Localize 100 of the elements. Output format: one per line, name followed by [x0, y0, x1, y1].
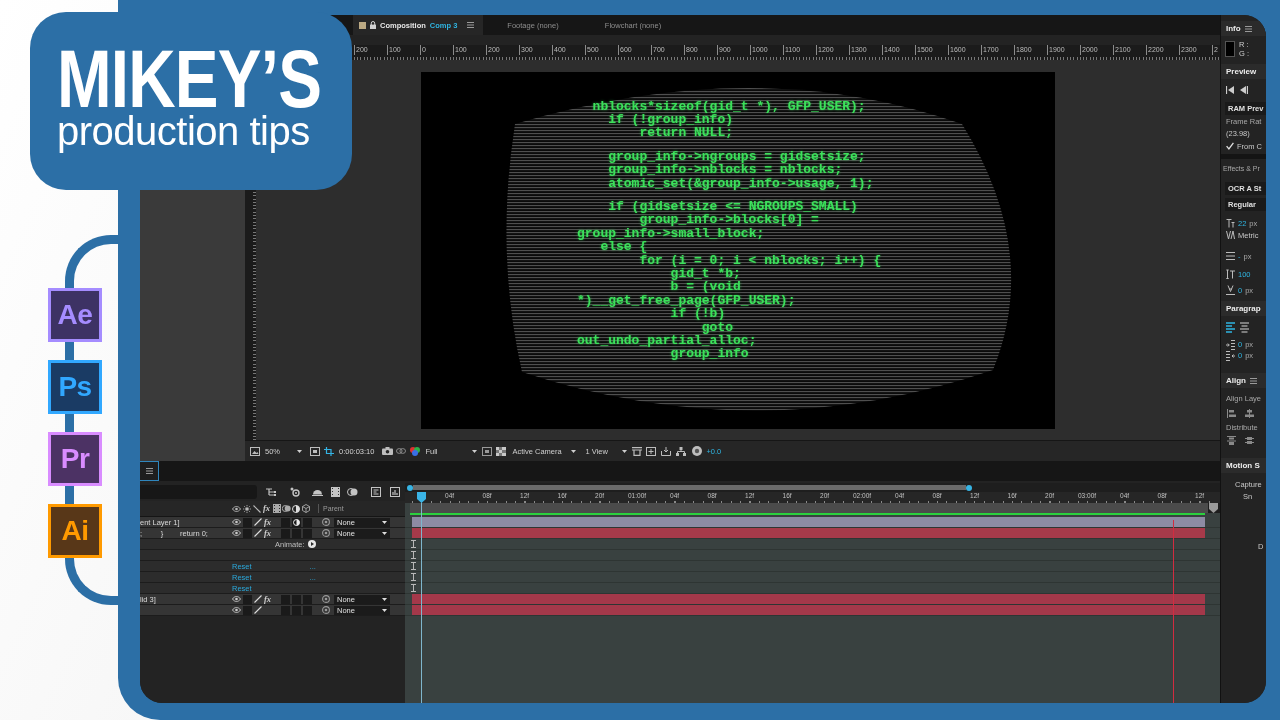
text-scale-icon	[1226, 269, 1235, 279]
gear-icon[interactable]	[290, 487, 300, 497]
code-line: group_info->ngroups = gidsetsize;	[608, 149, 866, 164]
switch-box[interactable]	[292, 528, 301, 538]
align-left-edge-icon[interactable]	[1227, 408, 1236, 418]
menu-icon[interactable]	[1244, 25, 1252, 32]
previous-frame-icon[interactable]	[1240, 86, 1248, 94]
switch-box[interactable]	[303, 605, 312, 615]
code-line: group_info->blocks[0] =	[639, 213, 819, 227]
circles-icon[interactable]	[282, 505, 291, 512]
layout-icon[interactable]	[632, 446, 643, 456]
code-line: group_info->nblocks = nblocks;	[608, 163, 843, 177]
distribute-center-icon[interactable]	[1245, 435, 1254, 445]
kerning-icon	[1226, 230, 1235, 240]
crop-icon[interactable]	[324, 446, 334, 456]
i-beam-icon	[411, 562, 416, 570]
square-icon[interactable]	[482, 446, 493, 456]
menu-icon[interactable]	[145, 468, 153, 474]
switch-box[interactable]	[303, 528, 312, 538]
code-line: group_info	[670, 347, 749, 361]
align-center-icon[interactable]	[1245, 408, 1254, 418]
caret-icon	[382, 608, 387, 612]
play-icon[interactable]	[307, 540, 316, 548]
switch-box[interactable]	[243, 594, 252, 604]
code-line: if (!b)	[670, 307, 726, 321]
panel-title: Paragrap	[1226, 304, 1261, 313]
switch-box[interactable]	[292, 605, 301, 615]
switch-box[interactable]	[281, 605, 290, 615]
caret-icon	[297, 449, 302, 453]
switch-box[interactable]	[292, 517, 301, 527]
code-line: gid_t *b;	[670, 266, 741, 281]
grid-icon[interactable]	[496, 446, 507, 456]
eye-icon[interactable]	[232, 596, 241, 602]
panel-tab[interactable]	[140, 461, 159, 481]
i-beam-icon	[411, 551, 416, 559]
panel-title: Align	[1226, 376, 1246, 385]
checkbox[interactable]	[1226, 142, 1234, 150]
circles-icon[interactable]	[347, 488, 358, 496]
code-line: *)__get_free_page(GFP_USER);	[577, 293, 796, 308]
switch-box[interactable]	[243, 528, 252, 538]
rgb-icon[interactable]	[409, 446, 422, 456]
i-beam-icon	[411, 540, 416, 548]
eye-icon[interactable]	[232, 519, 241, 525]
film-icon[interactable]	[273, 504, 281, 513]
lock-icon[interactable]	[370, 21, 376, 29]
eye-icon[interactable]	[232, 607, 241, 613]
hierarchy-icon[interactable]	[676, 446, 687, 456]
distribute-top-icon[interactable]	[1227, 435, 1236, 445]
first-frame-icon[interactable]	[1226, 86, 1234, 94]
panel-title: Preview	[1226, 67, 1257, 76]
switch-box[interactable]	[243, 517, 252, 527]
half-circle-icon[interactable]	[292, 504, 300, 513]
menu-icon[interactable]	[1250, 377, 1257, 384]
tree-icon[interactable]	[266, 488, 276, 496]
align-center-icon[interactable]	[1240, 321, 1249, 333]
dome-icon[interactable]	[312, 488, 323, 496]
effects-switch[interactable]: fx	[263, 528, 272, 538]
sun-icon[interactable]	[243, 504, 251, 513]
indent-left-icon	[1226, 339, 1235, 350]
eye-icon[interactable]	[232, 530, 241, 536]
app-logo: Pr	[48, 432, 102, 486]
end-handle[interactable]	[1209, 503, 1218, 513]
code-line: b = (void	[670, 280, 741, 294]
film-icon[interactable]	[331, 487, 340, 497]
effects-switch[interactable]: fx	[263, 517, 272, 527]
aperture-icon[interactable]	[692, 446, 703, 456]
switch-box[interactable]	[281, 528, 290, 538]
link-icon[interactable]	[396, 448, 407, 454]
code-line: out_undo_partial_alloc;	[577, 334, 757, 348]
switch-box[interactable]	[243, 605, 252, 615]
cube-icon[interactable]	[302, 504, 310, 513]
i-beam-icon	[411, 584, 416, 592]
effects-switch[interactable]: fx	[263, 594, 272, 604]
switch-box[interactable]	[303, 594, 312, 604]
camera-icon[interactable]	[382, 447, 394, 455]
range-handle[interactable]	[407, 484, 413, 491]
code-line: if (!group_info)	[608, 112, 734, 127]
playhead-marker[interactable]	[417, 492, 426, 503]
switch-box[interactable]	[281, 594, 290, 604]
frame-icon[interactable]	[310, 446, 320, 456]
caret-icon	[382, 597, 387, 601]
chart-icon[interactable]	[390, 487, 400, 497]
panel-title: Motion S	[1226, 461, 1260, 470]
menu-icon[interactable]	[467, 22, 475, 28]
caret-icon	[382, 520, 387, 524]
switch-box[interactable]	[292, 594, 301, 604]
switch-box[interactable]	[281, 517, 290, 527]
range-handle[interactable]	[966, 484, 972, 491]
half-circle-icon	[293, 518, 300, 526]
eye-icon[interactable]	[232, 505, 241, 512]
code-line: for (i = 0; i < nblocks; i++) {	[639, 253, 882, 267]
switch-box[interactable]	[303, 517, 312, 527]
lines-icon	[1226, 251, 1235, 261]
align-left-icon[interactable]	[1226, 321, 1235, 333]
image-icon[interactable]	[250, 446, 260, 456]
panel-title: Info	[1226, 24, 1241, 33]
panel-icon[interactable]	[371, 487, 381, 497]
search-field[interactable]	[140, 485, 257, 499]
plus-box-icon[interactable]	[646, 446, 657, 456]
tray-icon[interactable]	[661, 446, 672, 456]
